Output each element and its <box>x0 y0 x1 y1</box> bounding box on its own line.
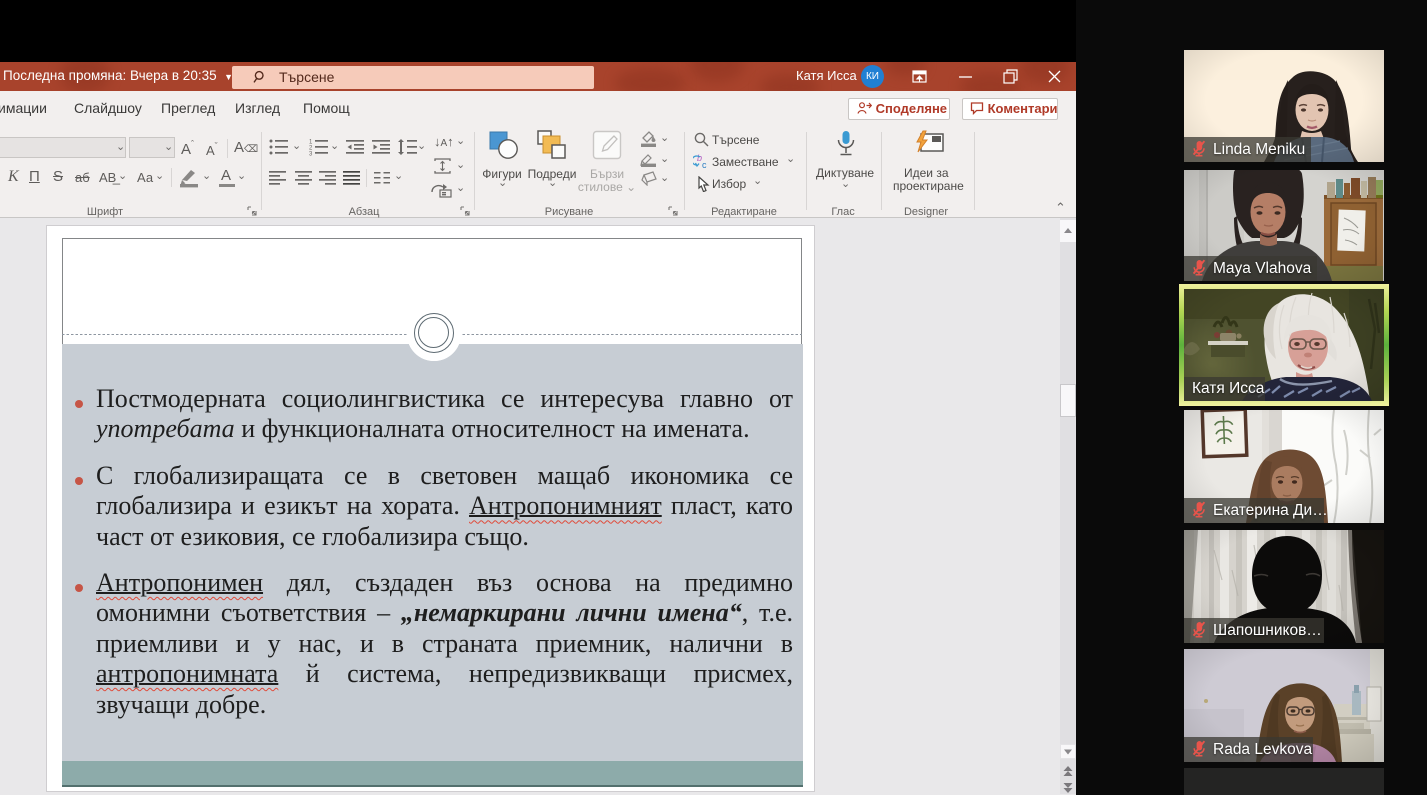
svg-text:3: 3 <box>309 152 313 157</box>
svg-text:c: c <box>702 160 707 169</box>
